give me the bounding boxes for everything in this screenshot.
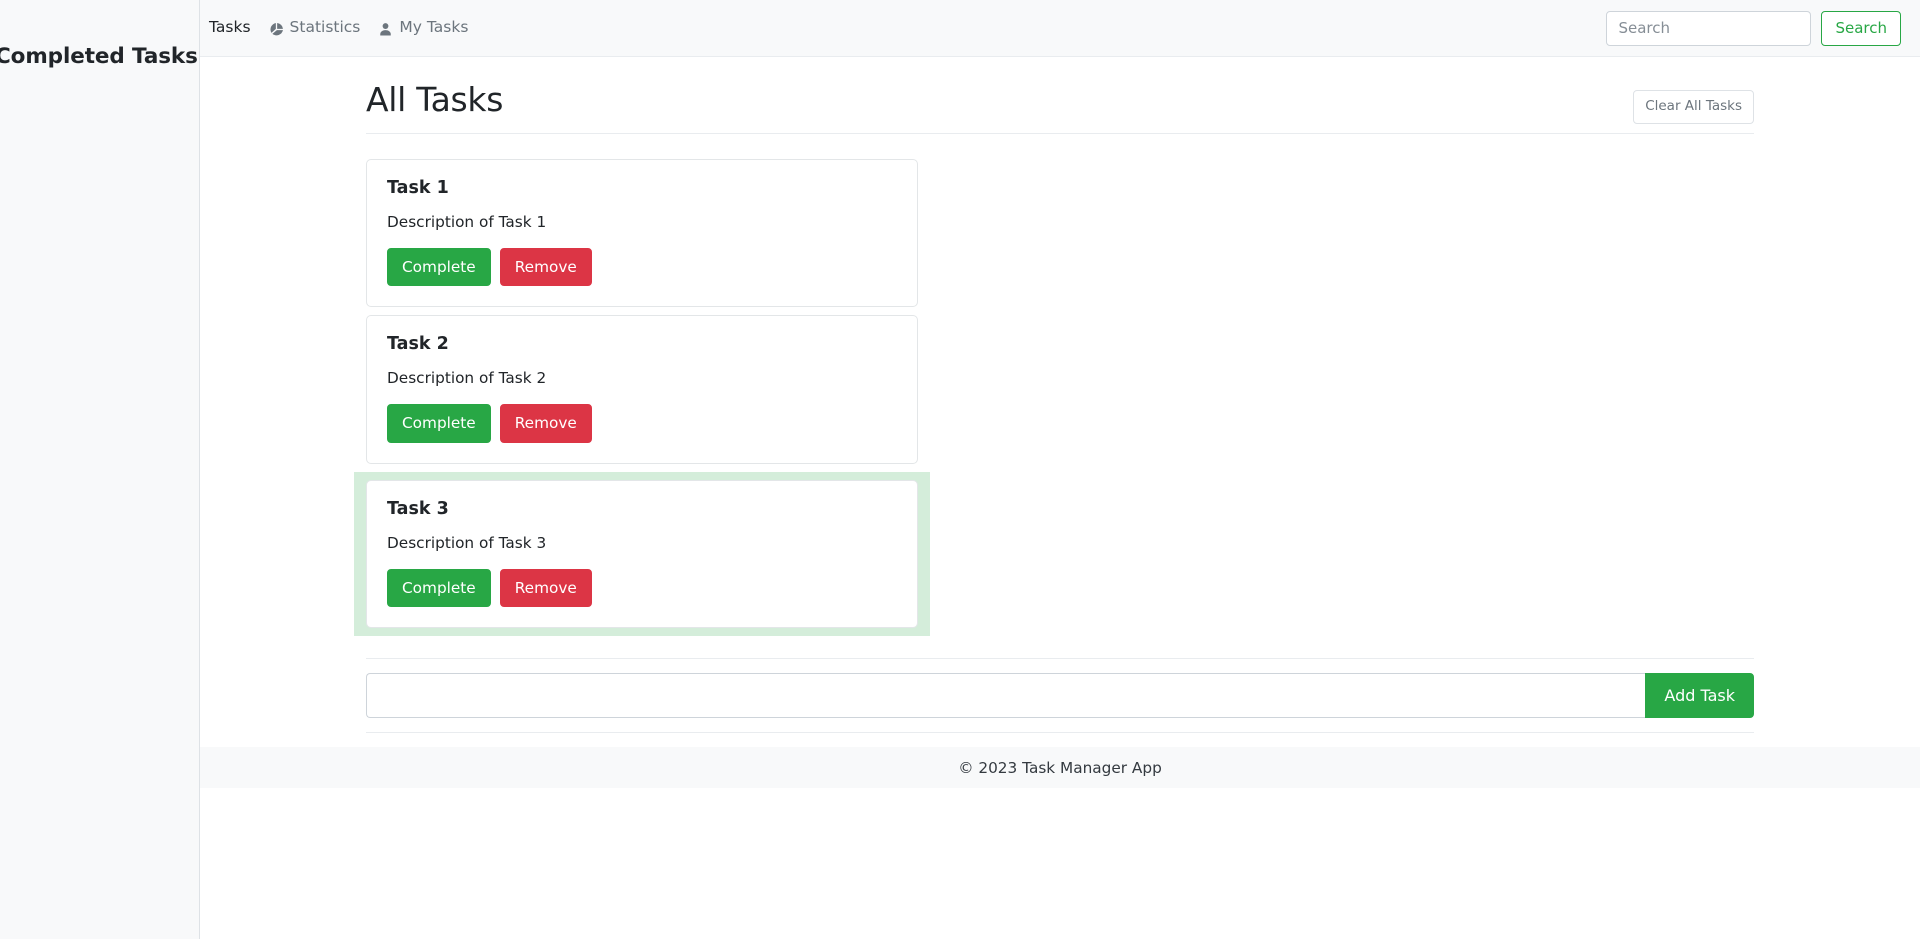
nav-item-statistics[interactable]: Statistics: [269, 18, 361, 38]
task-card: Task 2 Description of Task 2 Complete Remov…: [366, 315, 918, 464]
task-title: Task 2: [387, 334, 449, 355]
task-row: Task 3 Description of Task 3 Complete Remov…: [354, 471, 930, 637]
footer-copyright: © 2023 Task Manager App: [958, 758, 1162, 777]
completed-tasks-heading: Completed Tasks: [0, 43, 198, 69]
page-footer: © 2023 Task Manager App: [200, 747, 1920, 789]
nav-item-my-tasks[interactable]: My Tasks: [378, 18, 468, 38]
task-list: Task 1 Description of Task 1 Complete Remov…: [354, 134, 1754, 637]
page-title: All Tasks: [366, 80, 504, 119]
new-task-input[interactable]: [366, 673, 1646, 719]
add-task-button[interactable]: Add Task: [1645, 673, 1754, 719]
nav-item-my-tasks-label: My Tasks: [399, 18, 469, 37]
task-card: Task 1 Description of Task 1 Complete Remov…: [366, 158, 918, 308]
task-row: Task 1 Description of Task 1 Complete Remov…: [366, 158, 918, 308]
main-column: Tasks Statistics My Tasks Search Search …: [200, 0, 1920, 939]
search-button[interactable]: Search: [1821, 10, 1901, 46]
pie-chart-icon: [269, 22, 284, 37]
remove-task-button[interactable]: Remove: [499, 247, 592, 287]
add-task-section: Add Task: [366, 658, 1754, 734]
clear-all-tasks-button[interactable]: Clear All Tasks: [1633, 90, 1754, 124]
task-row: Task 2 Description of Task 2 Complete Remov…: [366, 315, 918, 464]
completed-tasks-sidebar: Completed Tasks: [0, 0, 200, 939]
complete-task-button[interactable]: Complete: [387, 568, 491, 608]
task-actions: Complete Remove: [387, 568, 897, 608]
form-divider: [366, 732, 1754, 734]
remove-task-button[interactable]: Remove: [499, 404, 592, 443]
nav-item-tasks[interactable]: Tasks: [209, 18, 251, 38]
task-title: Task 3: [387, 498, 449, 519]
person-icon: [378, 22, 393, 37]
nav-item-tasks-label: Tasks: [209, 18, 251, 37]
task-description: Description of Task 3: [387, 533, 547, 552]
nav-item-statistics-label: Statistics: [289, 18, 361, 37]
navbar-search-group: Search: [1606, 10, 1908, 46]
complete-task-button[interactable]: Complete: [387, 247, 491, 287]
top-navbar: Tasks Statistics My Tasks Search Search: [200, 0, 1920, 57]
page-container: All Tasks Clear All Tasks Task 1 Descript…: [354, 57, 1754, 734]
search-input[interactable]: [1606, 10, 1812, 46]
navbar-links: Tasks Statistics My Tasks: [209, 18, 468, 38]
task-description: Description of Task 2: [387, 369, 547, 388]
task-actions: Complete Remove: [387, 247, 897, 287]
app-root: Completed Tasks Tasks Statistics My Task…: [0, 0, 1920, 939]
task-title: Task 1: [387, 177, 449, 198]
remove-task-button[interactable]: Remove: [499, 568, 592, 608]
add-task-form: Add Task: [366, 673, 1754, 719]
complete-task-button[interactable]: Complete: [387, 404, 491, 443]
page-header: All Tasks Clear All Tasks: [366, 57, 1754, 134]
task-card: Task 3 Description of Task 3 Complete Remov…: [366, 479, 918, 629]
task-description: Description of Task 1: [387, 212, 547, 231]
task-actions: Complete Remove: [387, 404, 897, 443]
